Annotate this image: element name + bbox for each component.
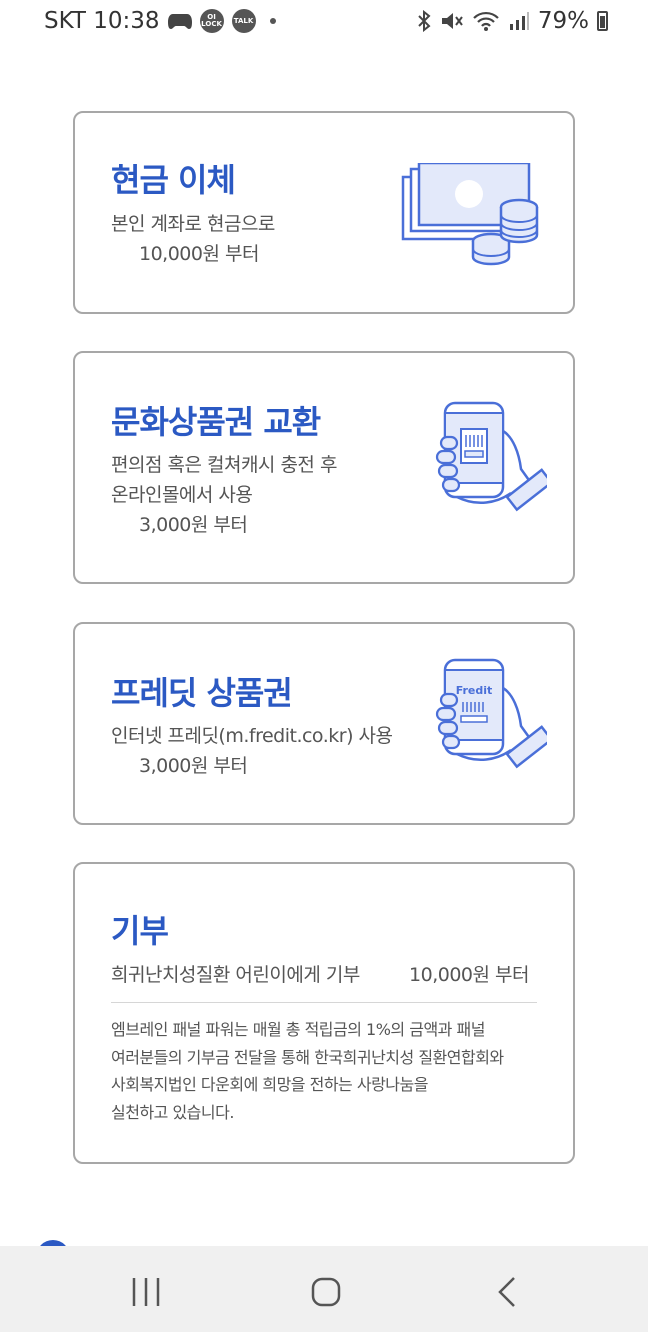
donation-card[interactable]: 기부 희귀난치성질환 어린이에게 기부 10,000원 부터 엠브레인 패널 파… xyxy=(73,862,575,1164)
home-icon[interactable] xyxy=(306,1272,346,1312)
back-icon[interactable] xyxy=(488,1272,528,1312)
cash-icon xyxy=(401,163,539,266)
card-desc-line: 편의점 혹은 컬쳐캐시 충전 후 xyxy=(111,454,337,476)
card-description: 인터넷 프레딧(m.fredit.co.kr) 사용 3,000원 부터 xyxy=(111,721,393,781)
card-amount: 10,000원 부터 xyxy=(139,243,259,265)
status-bar: SKT 10:38 OI LOCK TALK 79% xyxy=(0,0,648,48)
donation-desc: 희귀난치성질환 어린이에게 기부 xyxy=(111,964,360,986)
oi-lock-badge: OI LOCK xyxy=(199,9,224,33)
card-desc-line: 온라인몰에서 사용 xyxy=(111,484,253,506)
donation-amount: 10,000원 부터 xyxy=(409,964,529,986)
culture-voucher-card[interactable]: 문화상품권 교환 편의점 혹은 컬쳐캐시 충전 후 온라인몰에서 사용 3,00… xyxy=(73,351,575,584)
card-title: 문화상품권 교환 xyxy=(111,403,321,441)
note-line: 여러분들의 기부금 전달을 통해 한국희귀난치성 질환연합회와 xyxy=(111,1047,504,1067)
card-desc-line: 인터넷 프레딧(m.fredit.co.kr) 사용 xyxy=(111,725,393,747)
donation-note: 엠브레인 패널 파워는 매월 총 적립금의 1%의 금액과 패널 여러분들의 기… xyxy=(111,1016,537,1126)
bluetooth-icon xyxy=(418,10,431,32)
card-amount: 3,000원 부터 xyxy=(139,755,248,777)
carrier-time: SKT 10:38 xyxy=(44,8,160,34)
fredit-voucher-card[interactable]: 프레딧 상품권 인터넷 프레딧(m.fredit.co.kr) 사용 3,000… xyxy=(73,622,575,825)
navigation-bar xyxy=(0,1246,648,1332)
card-description: 편의점 혹은 컬쳐캐시 충전 후 온라인몰에서 사용 3,000원 부터 xyxy=(111,450,337,540)
phone-hand-icon xyxy=(435,401,547,512)
note-line: 실천하고 있습니다. xyxy=(111,1102,234,1122)
status-left: SKT 10:38 OI LOCK TALK xyxy=(44,8,276,34)
card-description: 본인 계좌로 현금으로 10,000원 부터 xyxy=(111,209,275,269)
status-right: 79% xyxy=(416,8,608,34)
card-title: 프레딧 상품권 xyxy=(111,674,293,712)
phone-hand-icon: Fredit xyxy=(435,658,547,769)
card-amount: 3,000원 부터 xyxy=(139,514,248,536)
phone-brand-label: Fredit xyxy=(456,684,493,697)
game-controller-icon xyxy=(167,14,192,29)
donation-row: 희귀난치성질환 어린이에게 기부 10,000원 부터 xyxy=(111,960,537,987)
talk-badge: TALK xyxy=(231,9,256,33)
card-title: 현금 이체 xyxy=(111,161,236,199)
note-line: 사회복지법인 다운회에 희망을 전하는 사랑나눔을 xyxy=(111,1075,428,1094)
mute-icon xyxy=(441,13,463,29)
wifi-icon xyxy=(473,11,499,31)
recent-apps-icon[interactable] xyxy=(126,1272,166,1312)
signal-icon xyxy=(509,12,529,30)
note-line: 엠브레인 패널 파워는 매월 총 적립금의 1%의 금액과 패널 xyxy=(111,1020,485,1039)
card-desc-line: 본인 계좌로 현금으로 xyxy=(111,213,275,235)
battery-icon xyxy=(597,11,608,31)
battery-percent: 79% xyxy=(537,8,589,34)
cash-transfer-card[interactable]: 현금 이체 본인 계좌로 현금으로 10,000원 부터 xyxy=(73,111,575,314)
divider xyxy=(111,1002,537,1003)
notification-dot xyxy=(269,18,276,24)
card-title: 기부 xyxy=(111,912,169,950)
